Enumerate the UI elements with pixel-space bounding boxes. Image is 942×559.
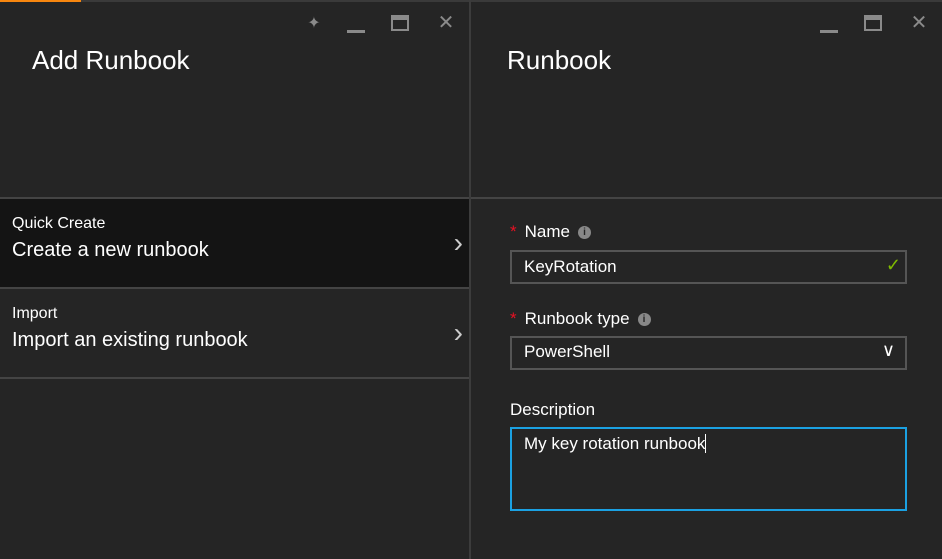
runbook-blade: ✕ Runbook * Name i KeyRotation ✓ * Runbook t… [471,2,942,559]
item-label: Quick Create [12,215,106,232]
quick-create-item[interactable]: Quick Create Create a new runbook › [0,199,469,289]
name-input[interactable]: KeyRotation ✓ [510,250,907,284]
pin-icon[interactable]: ✦ [303,13,325,33]
maximize-button[interactable] [391,14,413,31]
item-label: Import [12,305,58,322]
info-icon[interactable]: i [577,226,591,239]
import-item[interactable]: Import Import an existing runbook › [0,289,469,379]
blade-title: Runbook [507,45,612,75]
runbook-type-label: * Runbook type i [510,309,651,329]
item-sub: Import an existing runbook [12,329,248,351]
close-icon[interactable]: ✕ [435,10,457,35]
blade-title: Add Runbook [32,45,190,75]
info-icon[interactable]: i [637,313,651,326]
runbook-type-select[interactable]: PowerShell ∨ [510,336,907,370]
check-icon: ✓ [885,255,901,275]
chevron-right-icon: › [453,317,463,348]
chevron-down-icon: ∨ [881,340,895,360]
description-label: Description [510,400,596,419]
item-sub: Create a new runbook [12,239,209,261]
close-icon[interactable]: ✕ [908,10,930,35]
description-textarea[interactable]: My key rotation runbook [510,427,907,511]
minimize-button[interactable] [820,12,842,33]
chevron-right-icon: › [453,227,463,258]
add-runbook-blade: ✦ ✕ Add Runbook Quick Create Create a ne… [0,2,469,559]
maximize-button[interactable] [864,14,886,31]
name-label: * Name i [510,222,591,242]
minimize-button[interactable] [347,12,369,33]
